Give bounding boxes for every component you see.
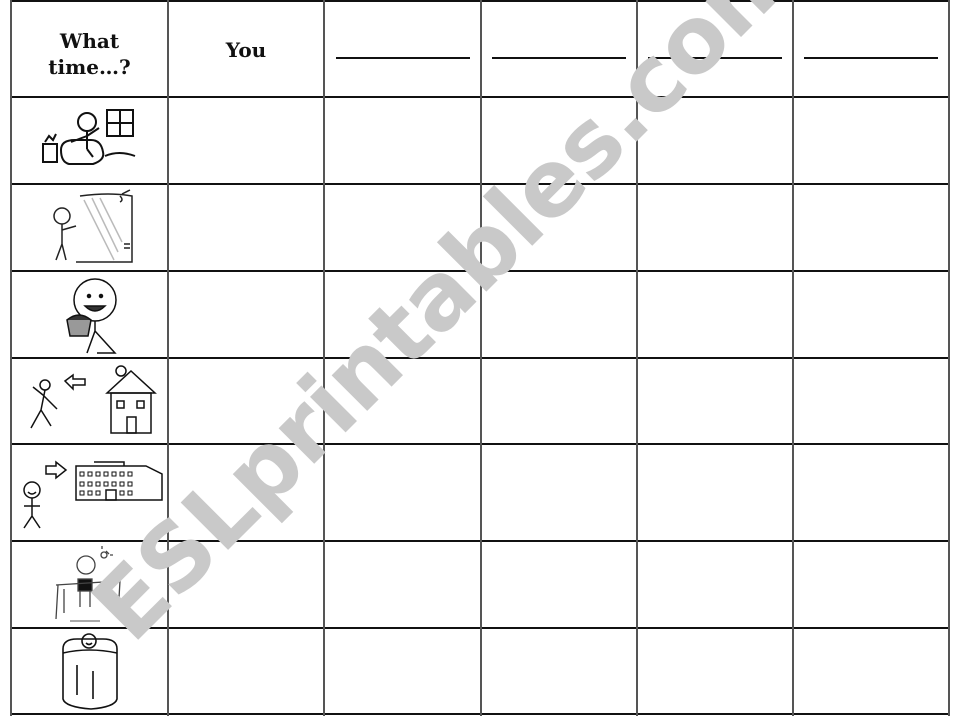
go-to-bed-icon bbox=[12, 629, 167, 713]
answer-cell[interactable] bbox=[794, 542, 948, 627]
answer-cell[interactable] bbox=[325, 98, 480, 183]
answer-cell[interactable] bbox=[638, 542, 792, 627]
header-blank-name-2[interactable] bbox=[482, 2, 636, 96]
answer-cell[interactable] bbox=[638, 272, 792, 357]
answer-cell[interactable] bbox=[794, 629, 948, 713]
answer-cell[interactable] bbox=[794, 98, 948, 183]
answer-cell[interactable] bbox=[794, 185, 948, 270]
name-blank-line bbox=[804, 57, 938, 59]
answer-cell[interactable] bbox=[482, 542, 636, 627]
go-to-school-icon bbox=[12, 445, 167, 540]
header-blank-name-4[interactable] bbox=[794, 2, 948, 96]
answer-cell[interactable] bbox=[169, 542, 323, 627]
answer-cell[interactable] bbox=[169, 629, 323, 713]
table-border-right bbox=[948, 0, 950, 716]
name-blank-line bbox=[335, 57, 470, 59]
answer-cell[interactable] bbox=[325, 629, 480, 713]
answer-cell[interactable] bbox=[325, 272, 480, 357]
answer-cell[interactable] bbox=[482, 98, 636, 183]
header-you: You bbox=[169, 2, 323, 96]
answer-cell[interactable] bbox=[325, 542, 480, 627]
name-blank-line bbox=[648, 57, 782, 59]
answer-cell[interactable] bbox=[638, 445, 792, 540]
shower-icon bbox=[12, 185, 167, 270]
wake-up-icon bbox=[12, 98, 167, 183]
eat-breakfast-icon bbox=[12, 272, 167, 357]
answer-cell[interactable] bbox=[482, 629, 636, 713]
answer-cell[interactable] bbox=[169, 272, 323, 357]
answer-cell[interactable] bbox=[169, 98, 323, 183]
header-what-time: What time…? bbox=[12, 2, 167, 96]
time-survey-table: What time…? You bbox=[0, 0, 960, 720]
header-what-time-line2: time…? bbox=[48, 55, 131, 79]
answer-cell[interactable] bbox=[482, 272, 636, 357]
do-homework-icon bbox=[12, 542, 167, 627]
answer-cell[interactable] bbox=[794, 272, 948, 357]
header-you-label: You bbox=[225, 38, 267, 62]
answer-cell[interactable] bbox=[482, 185, 636, 270]
leave-home-icon bbox=[12, 359, 167, 443]
answer-cell[interactable] bbox=[482, 445, 636, 540]
header-blank-name-3[interactable] bbox=[638, 2, 792, 96]
answer-cell[interactable] bbox=[169, 185, 323, 270]
answer-cell[interactable] bbox=[482, 359, 636, 443]
answer-cell[interactable] bbox=[638, 98, 792, 183]
answer-cell[interactable] bbox=[325, 445, 480, 540]
answer-cell[interactable] bbox=[325, 359, 480, 443]
answer-cell[interactable] bbox=[638, 185, 792, 270]
answer-cell[interactable] bbox=[638, 359, 792, 443]
answer-cell[interactable] bbox=[325, 185, 480, 270]
answer-cell[interactable] bbox=[169, 445, 323, 540]
answer-cell[interactable] bbox=[169, 359, 323, 443]
header-what-time-line1: What bbox=[59, 29, 120, 53]
name-blank-line bbox=[492, 57, 626, 59]
header-blank-name-1[interactable] bbox=[325, 2, 480, 96]
answer-cell[interactable] bbox=[794, 359, 948, 443]
answer-cell[interactable] bbox=[794, 445, 948, 540]
answer-cell[interactable] bbox=[638, 629, 792, 713]
